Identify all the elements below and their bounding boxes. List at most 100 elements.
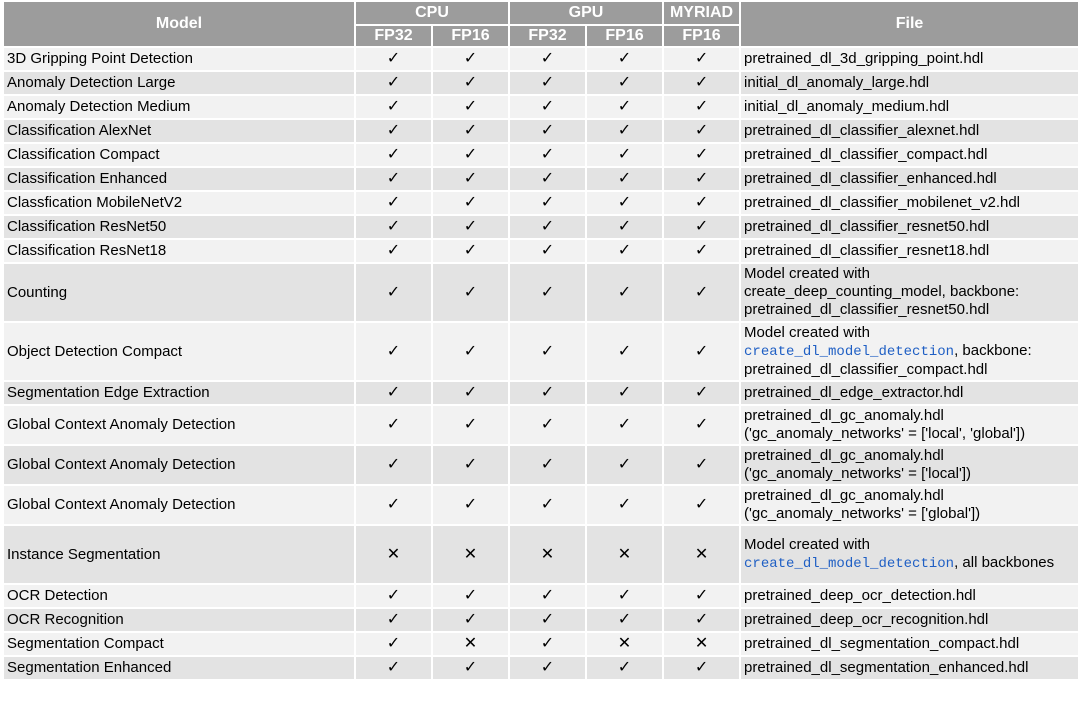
- file-cell: pretrained_dl_gc_anomaly.hdl ('gc_anomal…: [739, 444, 1080, 486]
- table-row: Global Context Anomaly Detection ✓ ✓ ✓ ✓…: [2, 404, 1080, 446]
- gpu-fp32-cell: ✓: [508, 118, 587, 144]
- gpu-fp32-cell: ✓: [508, 214, 587, 240]
- file-text: pretrained_dl_gc_anomaly.hdl ('gc_anomal…: [744, 446, 971, 482]
- gpu-fp16-cell: ✓: [584, 655, 665, 681]
- table-row: Global Context Anomaly Detection ✓ ✓ ✓ ✓…: [2, 444, 1080, 486]
- gpu-fp32-cell: ✓: [508, 190, 587, 216]
- gpu-fp16-cell: ✓: [584, 94, 665, 120]
- file-text: pretrained_dl_segmentation_compact.hdl: [744, 634, 1020, 652]
- file-cell: pretrained_dl_3d_gripping_point.hdl: [739, 46, 1080, 72]
- cpu-fp16-cell: ✓: [431, 94, 510, 120]
- gpu-fp16-cell: ✓: [584, 214, 665, 240]
- myriad-fp16-cell: ✓: [662, 321, 742, 382]
- cpu-fp16-cell: ✓: [431, 190, 510, 216]
- gpu-fp32-cell: ✓: [508, 94, 587, 120]
- file-text: Model created with create_deep_counting_…: [744, 265, 1020, 318]
- header-gpu: GPU: [507, 0, 665, 26]
- myriad-fp16-cell: ✓: [662, 444, 742, 486]
- file-text: pretrained_deep_ocr_recognition.hdl: [744, 610, 989, 628]
- header-file: File: [739, 0, 1080, 48]
- myriad-fp16-cell: ✓: [662, 484, 742, 526]
- table-row: 3D Gripping Point Detection ✓ ✓ ✓ ✓ ✓ pr…: [2, 46, 1080, 72]
- model-cell: Classification Enhanced: [2, 166, 356, 192]
- gpu-fp16-cell: ✓: [584, 142, 665, 168]
- gpu-fp32-cell: ✓: [508, 142, 587, 168]
- table-row: Object Detection Compact ✓ ✓ ✓ ✓ ✓ Model…: [2, 321, 1080, 382]
- model-cell: OCR Recognition: [2, 607, 356, 633]
- model-cell: Classification ResNet18: [2, 238, 356, 264]
- cpu-fp32-cell: ✕: [354, 524, 433, 585]
- header-gpu-fp16: FP16: [584, 24, 665, 48]
- cpu-fp32-cell: ✓: [354, 655, 433, 681]
- table-row: Classification AlexNet ✓ ✓ ✓ ✓ ✓ pretrai…: [2, 118, 1080, 144]
- cpu-fp32-cell: ✓: [354, 166, 433, 192]
- file-cell: pretrained_dl_classifier_enhanced.hdl: [739, 166, 1080, 192]
- header-cpu: CPU: [354, 0, 510, 26]
- gpu-fp32-cell: ✓: [508, 607, 587, 633]
- file-cell: pretrained_deep_ocr_recognition.hdl: [739, 607, 1080, 633]
- model-cell: Global Context Anomaly Detection: [2, 484, 356, 526]
- header-myriad-fp16: FP16: [662, 24, 742, 48]
- cpu-fp32-cell: ✓: [354, 583, 433, 609]
- gpu-fp16-cell: ✓: [584, 404, 665, 446]
- file-cell: initial_dl_anomaly_medium.hdl: [739, 94, 1080, 120]
- cpu-fp16-cell: ✓: [431, 118, 510, 144]
- gpu-fp32-cell: ✓: [508, 380, 587, 406]
- file-cell: pretrained_dl_classifier_resnet50.hdl: [739, 214, 1080, 240]
- cpu-fp16-cell: ✓: [431, 262, 510, 323]
- file-text: initial_dl_anomaly_medium.hdl: [744, 97, 950, 115]
- model-cell: Classfication MobileNetV2: [2, 190, 356, 216]
- gpu-fp32-cell: ✓: [508, 70, 587, 96]
- file-text-after: , all backbones: [954, 554, 1055, 571]
- table-row: Classification ResNet18 ✓ ✓ ✓ ✓ ✓ pretra…: [2, 238, 1080, 264]
- operator-link[interactable]: create_dl_model_detection: [744, 556, 954, 572]
- gpu-fp32-cell: ✓: [508, 655, 587, 681]
- file-cell: initial_dl_anomaly_large.hdl: [739, 70, 1080, 96]
- cpu-fp16-cell: ✓: [431, 321, 510, 382]
- cpu-fp32-cell: ✓: [354, 321, 433, 382]
- gpu-fp32-cell: ✓: [508, 583, 587, 609]
- myriad-fp16-cell: ✓: [662, 190, 742, 216]
- model-cell: Segmentation Enhanced: [2, 655, 356, 681]
- myriad-fp16-cell: ✓: [662, 214, 742, 240]
- model-cell: Global Context Anomaly Detection: [2, 404, 356, 446]
- table-row: Classification Compact ✓ ✓ ✓ ✓ ✓ pretrai…: [2, 142, 1080, 168]
- cpu-fp32-cell: ✓: [354, 444, 433, 486]
- file-text: Model created with: [744, 324, 870, 341]
- model-cell: Classification AlexNet: [2, 118, 356, 144]
- table-row: Counting ✓ ✓ ✓ ✓ ✓ Model created with cr…: [2, 262, 1080, 323]
- operator-link[interactable]: create_dl_model_detection: [744, 344, 954, 360]
- file-text: pretrained_dl_classifier_enhanced.hdl: [744, 169, 997, 187]
- gpu-fp32-cell: ✓: [508, 631, 587, 657]
- table-body: 3D Gripping Point Detection ✓ ✓ ✓ ✓ ✓ pr…: [2, 46, 1080, 681]
- file-text: pretrained_dl_edge_extractor.hdl: [744, 383, 964, 401]
- gpu-fp32-cell: ✓: [508, 46, 587, 72]
- table-row: Segmentation Enhanced ✓ ✓ ✓ ✓ ✓ pretrain…: [2, 655, 1080, 681]
- file-text: pretrained_dl_gc_anomaly.hdl ('gc_anomal…: [744, 406, 1026, 442]
- file-text: pretrained_dl_classifier_alexnet.hdl: [744, 121, 980, 139]
- model-cell: Classification Compact: [2, 142, 356, 168]
- gpu-fp16-cell: ✓: [584, 238, 665, 264]
- gpu-fp32-cell: ✓: [508, 238, 587, 264]
- gpu-fp16-cell: ✓: [584, 46, 665, 72]
- file-text: pretrained_dl_3d_gripping_point.hdl: [744, 49, 984, 67]
- file-cell: pretrained_dl_classifier_compact.hdl: [739, 142, 1080, 168]
- cpu-fp16-cell: ✓: [431, 46, 510, 72]
- model-support-table: Model CPU GPU MYRIAD File FP32 FP16 FP32…: [2, 0, 1080, 681]
- file-text: pretrained_dl_classifier_compact.hdl: [744, 145, 988, 163]
- table-header: Model CPU GPU MYRIAD File FP32 FP16 FP32…: [2, 0, 1080, 48]
- file-text: pretrained_dl_gc_anomaly.hdl ('gc_anomal…: [744, 486, 981, 522]
- cpu-fp32-cell: ✓: [354, 631, 433, 657]
- myriad-fp16-cell: ✓: [662, 94, 742, 120]
- myriad-fp16-cell: ✓: [662, 118, 742, 144]
- gpu-fp16-cell: ✕: [584, 631, 665, 657]
- gpu-fp16-cell: ✓: [584, 118, 665, 144]
- model-cell: Anomaly Detection Medium: [2, 94, 356, 120]
- myriad-fp16-cell: ✓: [662, 404, 742, 446]
- gpu-fp16-cell: ✕: [584, 524, 665, 585]
- header-cpu-fp16: FP16: [431, 24, 510, 48]
- cpu-fp16-cell: ✓: [431, 444, 510, 486]
- gpu-fp16-cell: ✓: [584, 380, 665, 406]
- header-gpu-fp32: FP32: [508, 24, 587, 48]
- file-cell: pretrained_deep_ocr_detection.hdl: [739, 583, 1080, 609]
